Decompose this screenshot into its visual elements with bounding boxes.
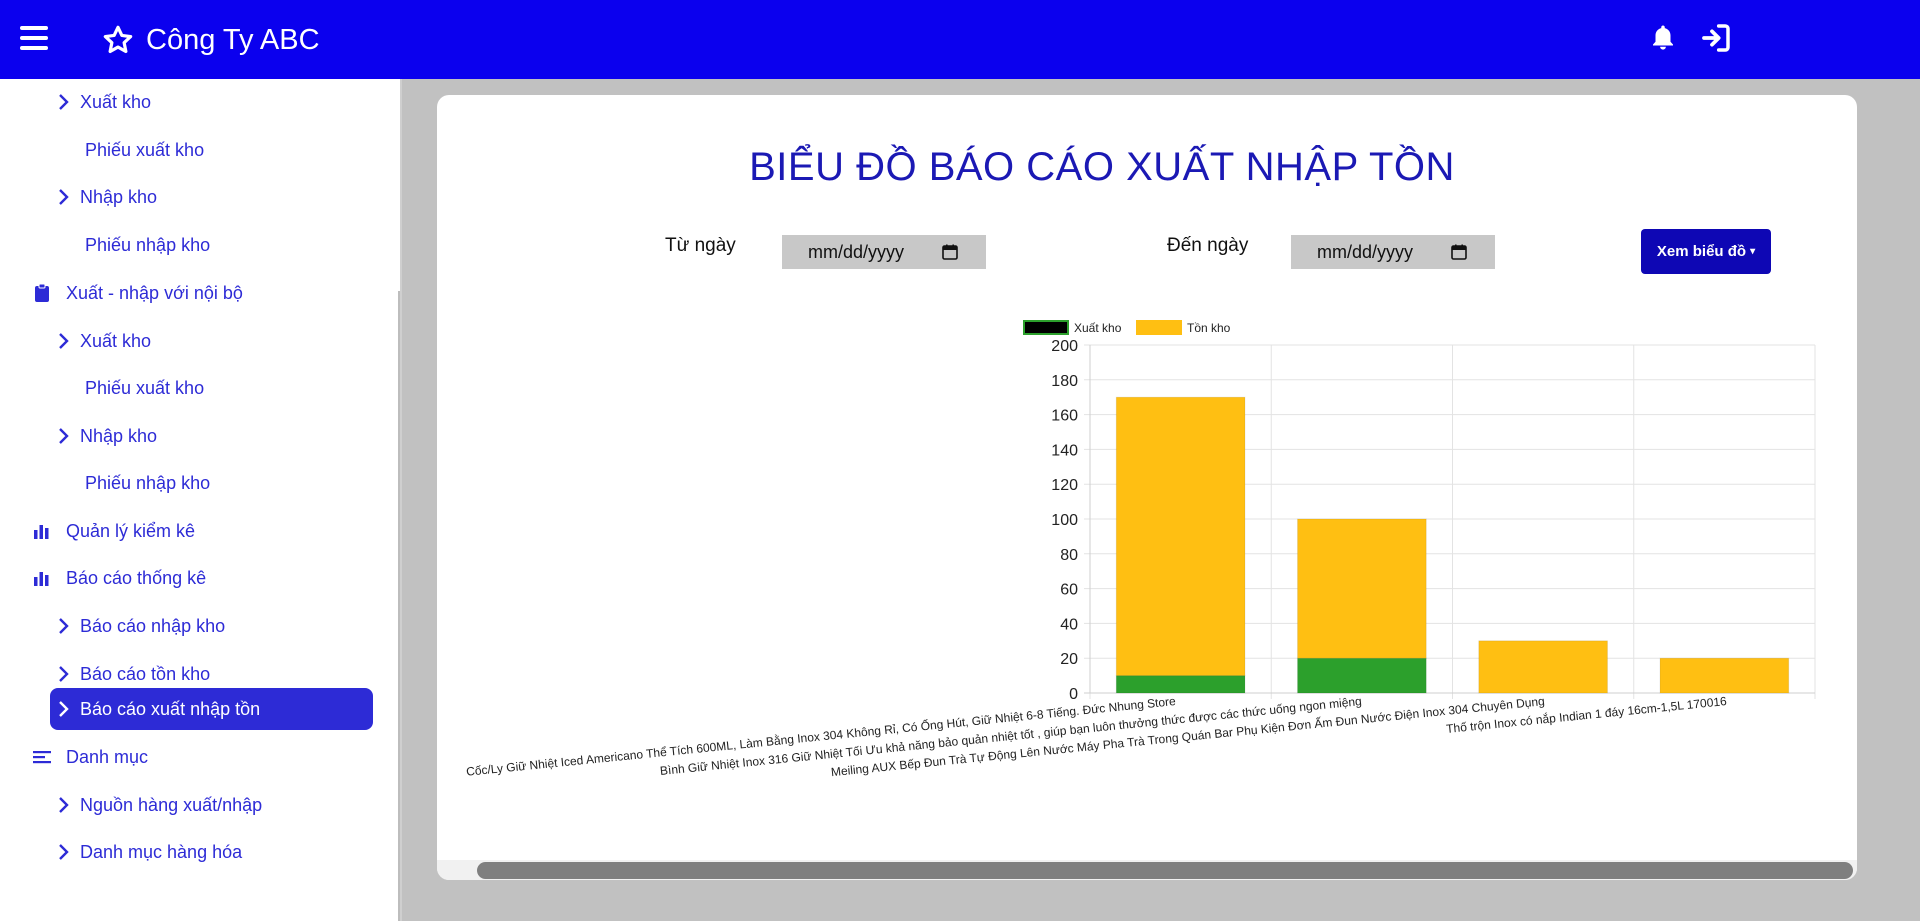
sidebar-item-danh-muc-hang-hoa[interactable]: Danh mục hàng hóa	[0, 831, 400, 873]
sidebar-item-quan-ly-kiem-ke[interactable]: Quản lý kiểm kê	[0, 510, 400, 552]
sidebar-item-xuat-kho[interactable]: Xuất kho	[0, 81, 400, 123]
sidebar-item-nguon-hang[interactable]: Nguồn hàng xuất/nhập	[0, 784, 400, 826]
legend-swatch	[1136, 320, 1182, 335]
sidebar-item-phieu-xuat-kho-noi-bo[interactable]: Phiếu xuất kho	[0, 367, 400, 409]
sidebar-item-label: Xuất kho	[80, 91, 152, 112]
sidebar-item-label: Nhập kho	[80, 186, 158, 207]
sidebar-item-xuat-kho-noi-bo[interactable]: Xuất kho	[0, 320, 400, 362]
bell-icon[interactable]	[1648, 22, 1678, 54]
sidebar-item-label: Phiếu nhập kho	[85, 234, 211, 255]
sidebar-item-bao-cao-xuat-nhap-ton[interactable]: Báo cáo xuất nhập tồn	[50, 688, 373, 730]
y-tick-label: 100	[1051, 512, 1078, 529]
chevron-right-icon	[59, 333, 69, 349]
y-tick-label: 40	[1060, 616, 1078, 633]
sidebar-item-label: Báo cáo xuất nhập tồn	[80, 698, 261, 719]
y-tick-label: 200	[1051, 338, 1078, 355]
sidebar-item-label: Báo cáo tồn kho	[80, 663, 211, 684]
y-tick-label: 120	[1051, 477, 1078, 494]
sidebar-item-nhap-kho-noi-bo[interactable]: Nhập kho	[0, 415, 400, 457]
y-tick-label: 180	[1051, 373, 1078, 390]
chevron-right-icon	[59, 428, 69, 444]
sidebar-item-nhap-kho[interactable]: Nhập kho	[0, 176, 400, 218]
y-tick-label: 160	[1051, 408, 1078, 425]
sidebar-item-label: Xuất - nhập với nội bộ	[66, 282, 243, 303]
sidebar-item-label: Nhập kho	[80, 425, 158, 446]
list-icon	[33, 751, 51, 764]
sidebar-item-danh-muc[interactable]: Danh mục	[0, 736, 400, 778]
sidebar-item-label: Xuất kho	[80, 330, 152, 351]
brand-name: Công Ty ABC	[146, 23, 320, 56]
bar-ton-kho	[1115, 396, 1246, 677]
chevron-right-icon	[59, 189, 69, 205]
y-tick-label: 20	[1060, 651, 1078, 668]
sidebar-item-phieu-nhap-kho-noi-bo[interactable]: Phiếu nhập kho	[0, 462, 400, 504]
bar-ton-kho	[1297, 518, 1427, 659]
top-navbar: Công Ty ABC	[0, 0, 1920, 79]
sidebar-item-bao-cao-nhap-kho[interactable]: Báo cáo nhập kho	[0, 605, 400, 647]
chevron-right-icon	[59, 701, 69, 717]
sidebar-item-label: Báo cáo nhập kho	[80, 615, 226, 636]
chevron-right-icon	[59, 797, 69, 813]
sidebar-item-label: Danh mục	[66, 746, 149, 767]
sidebar-item-phieu-nhap-kho[interactable]: Phiếu nhập kho	[0, 224, 400, 266]
sidebar-item-label: Phiếu xuất kho	[85, 139, 205, 160]
report-card: BIỂU ĐỒ BÁO CÁO XUẤT NHẬP TỒN Từ ngày mm…	[437, 95, 1857, 880]
stacked-bar-chart: 020406080100120140160180200Cốc/Ly Giữ Nh…	[465, 320, 1816, 779]
bar-xuat-kho	[1297, 657, 1427, 694]
bar-chart-icon	[34, 572, 49, 586]
sidebar-item-bao-cao-thong-ke[interactable]: Báo cáo thống kê	[0, 557, 400, 599]
chevron-right-icon	[59, 844, 69, 860]
sidebar-item-label: Phiếu nhập kho	[85, 472, 211, 493]
y-tick-label: 80	[1060, 547, 1078, 564]
sidebar: Xuất kho Phiếu xuất kho Nhập kho Phiếu n…	[0, 79, 402, 921]
sidebar-item-label: Quản lý kiểm kê	[66, 520, 196, 541]
y-tick-label: 140	[1051, 442, 1078, 459]
sidebar-item-label: Nguồn hàng xuất/nhập	[80, 794, 263, 815]
y-tick-label: 0	[1069, 686, 1078, 703]
sidebar-item-label: Báo cáo thống kê	[66, 567, 207, 588]
sidebar-item-label: Danh mục hàng hóa	[80, 841, 243, 862]
legend-swatch	[1023, 320, 1069, 335]
menu-icon[interactable]	[20, 26, 48, 50]
y-tick-label: 60	[1060, 582, 1078, 599]
sidebar-item-xuat-nhap-noi-bo[interactable]: Xuất - nhập với nội bộ	[0, 272, 400, 314]
brand[interactable]: Công Ty ABC	[102, 20, 320, 60]
bar-ton-kho	[1478, 640, 1608, 694]
chevron-right-icon	[59, 666, 69, 682]
bar-xuat-kho	[1115, 675, 1246, 694]
clipboard-icon	[35, 283, 49, 302]
legend-label: Tồn kho	[1187, 321, 1231, 335]
chevron-right-icon	[59, 94, 69, 110]
horizontal-scrollbar-thumb[interactable]	[477, 862, 1853, 879]
sidebar-item-label: Phiếu xuất kho	[85, 377, 205, 398]
bar-ton-kho	[1659, 657, 1790, 694]
sidebar-item-phieu-xuat-kho[interactable]: Phiếu xuất kho	[0, 129, 400, 171]
chevron-right-icon	[59, 618, 69, 634]
legend-label: Xuất kho	[1074, 321, 1122, 335]
bar-chart-icon	[34, 525, 49, 539]
sign-in-icon[interactable]	[1700, 22, 1732, 54]
star-icon	[103, 25, 133, 54]
